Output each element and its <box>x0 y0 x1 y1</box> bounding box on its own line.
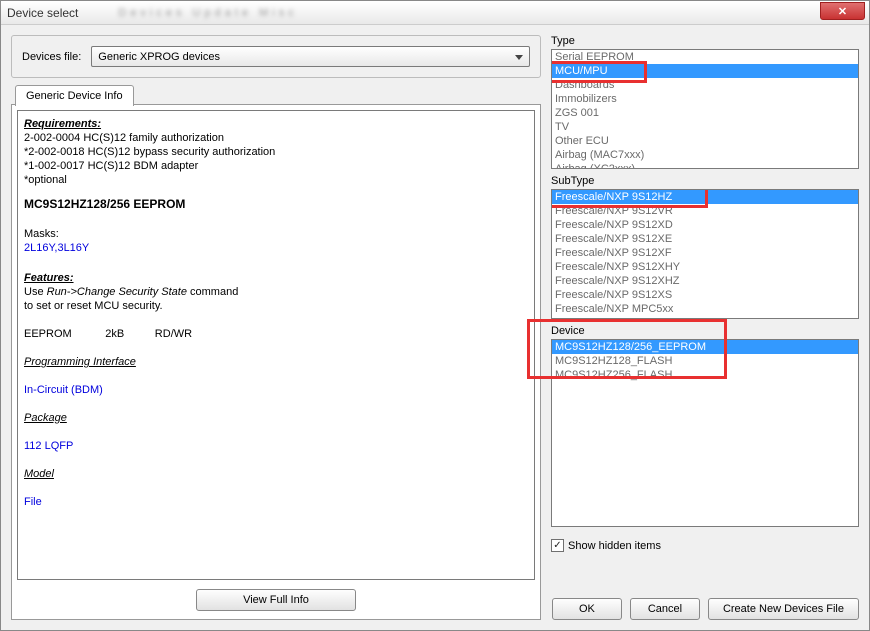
list-item[interactable]: Airbag (MAC7xxx) <box>552 148 858 162</box>
devices-file-row: Devices file: Generic XPROG devices <box>22 46 530 67</box>
devices-file-label: Devices file: <box>22 51 81 63</box>
close-button[interactable]: ✕ <box>820 2 865 20</box>
devices-file-value: Generic XPROG devices <box>98 51 220 63</box>
device-title: MC9S12HZ128/256 EEPROM <box>24 197 528 211</box>
subtype-label: SubType <box>551 175 859 187</box>
programming-interface-heading: Programming Interface <box>24 355 528 369</box>
devices-file-combo[interactable]: Generic XPROG devices <box>91 46 530 67</box>
package-value: 112 LQFP <box>24 439 528 453</box>
tab-strip: Generic Device Info <box>15 84 541 105</box>
device-section: Device MC9S12HZ128/256_EEPROMMC9S12HZ128… <box>551 325 859 527</box>
subtype-section: SubType Freescale/NXP 9S12HZFreescale/NX… <box>551 175 859 319</box>
content-area: Devices file: Generic XPROG devices Gene… <box>1 25 869 630</box>
type-section: Type Serial EEPROMMCU/MPUDashboardsImmob… <box>551 35 859 169</box>
eeprom-row: EEPROM 2kB RD/WR <box>24 327 528 341</box>
list-item[interactable]: Freescale/NXP 9S12HZ <box>552 190 858 204</box>
features-line2: to set or reset MCU security. <box>24 299 528 313</box>
list-item[interactable]: Serial EEPROM <box>552 50 858 64</box>
type-listbox[interactable]: Serial EEPROMMCU/MPUDashboardsImmobilize… <box>551 49 859 169</box>
list-item[interactable]: Freescale/NXP 9S12VR <box>552 204 858 218</box>
req-line: *2-002-0018 HC(S)12 bypass security auth… <box>24 145 528 159</box>
subtype-listbox[interactable]: Freescale/NXP 9S12HZFreescale/NXP 9S12VR… <box>551 189 859 319</box>
show-hidden-row[interactable]: ✓ Show hidden items <box>551 539 859 552</box>
requirements-heading: Requirements: <box>24 117 528 131</box>
show-hidden-checkbox[interactable]: ✓ <box>551 539 564 552</box>
list-item[interactable]: Dashboards <box>552 78 858 92</box>
req-line: *optional <box>24 173 528 187</box>
close-icon: ✕ <box>838 5 847 18</box>
list-item[interactable]: MCU/MPU <box>552 64 858 78</box>
list-item[interactable]: Airbag (XC2xxx) <box>552 162 858 169</box>
list-item[interactable]: MC9S12HZ128/256_EEPROM <box>552 340 858 354</box>
titlebar: Device select Devices Update Misc ✕ <box>1 1 869 25</box>
tab-generic-device-info[interactable]: Generic Device Info <box>15 85 134 106</box>
cancel-button[interactable]: Cancel <box>630 598 700 620</box>
list-item[interactable]: Immobilizers <box>552 92 858 106</box>
left-column: Devices file: Generic XPROG devices Gene… <box>11 35 541 620</box>
bottom-button-row: OK Cancel Create New Devices File <box>551 590 859 620</box>
programming-interface-value: In-Circuit (BDM) <box>24 383 528 397</box>
create-new-devices-file-button[interactable]: Create New Devices File <box>708 598 859 620</box>
list-item[interactable]: Freescale/NXP 9S12XS <box>552 288 858 302</box>
masks-value: 2L16Y,3L16Y <box>24 241 528 255</box>
list-item[interactable]: TV <box>552 120 858 134</box>
info-tabs-container: Generic Device Info Requirements: 2-002-… <box>11 84 541 620</box>
device-label: Device <box>551 325 859 337</box>
view-full-row: View Full Info <box>14 583 538 617</box>
package-heading: Package <box>24 411 528 425</box>
device-select-window: Device select Devices Update Misc ✕ Devi… <box>0 0 870 631</box>
list-item[interactable]: MC9S12HZ128_FLASH <box>552 354 858 368</box>
file-label: File <box>24 495 528 509</box>
list-item[interactable]: Freescale/NXP 9S12XE <box>552 232 858 246</box>
device-listbox[interactable]: MC9S12HZ128/256_EEPROMMC9S12HZ128_FLASHM… <box>551 339 859 527</box>
view-full-info-button[interactable]: View Full Info <box>196 589 356 611</box>
list-item[interactable]: Other ECU <box>552 134 858 148</box>
window-title: Device select <box>7 6 78 20</box>
list-item[interactable]: Freescale/NXP 9S12XHY <box>552 260 858 274</box>
ok-button[interactable]: OK <box>552 598 622 620</box>
list-item[interactable]: Freescale/NXP MPC5xx <box>552 302 858 316</box>
right-column: Type Serial EEPROMMCU/MPUDashboardsImmob… <box>551 35 859 620</box>
req-line: *1-002-0017 HC(S)12 BDM adapter <box>24 159 528 173</box>
show-hidden-label: Show hidden items <box>568 540 661 552</box>
req-line: 2-002-0004 HC(S)12 family authorization <box>24 131 528 145</box>
model-heading: Model <box>24 467 528 481</box>
info-panel: Requirements: 2-002-0004 HC(S)12 family … <box>11 104 541 620</box>
features-heading: Features: <box>24 271 528 285</box>
type-label: Type <box>551 35 859 47</box>
list-item[interactable]: Freescale/NXP 9S12XHZ <box>552 274 858 288</box>
masks-heading: Masks: <box>24 227 528 241</box>
list-item[interactable]: ZGS 001 <box>552 106 858 120</box>
list-item[interactable]: MC9S12HZ256_FLASH <box>552 368 858 382</box>
features-line1: Use Run->Change Security State command <box>24 285 528 299</box>
list-item[interactable]: Freescale/NXP 9S12XD <box>552 218 858 232</box>
info-text-area[interactable]: Requirements: 2-002-0004 HC(S)12 family … <box>17 110 535 580</box>
devices-file-group: Devices file: Generic XPROG devices <box>11 35 541 78</box>
list-item[interactable]: Freescale/NXP 9S12XF <box>552 246 858 260</box>
titlebar-blur-text: Devices Update Misc <box>118 7 297 19</box>
